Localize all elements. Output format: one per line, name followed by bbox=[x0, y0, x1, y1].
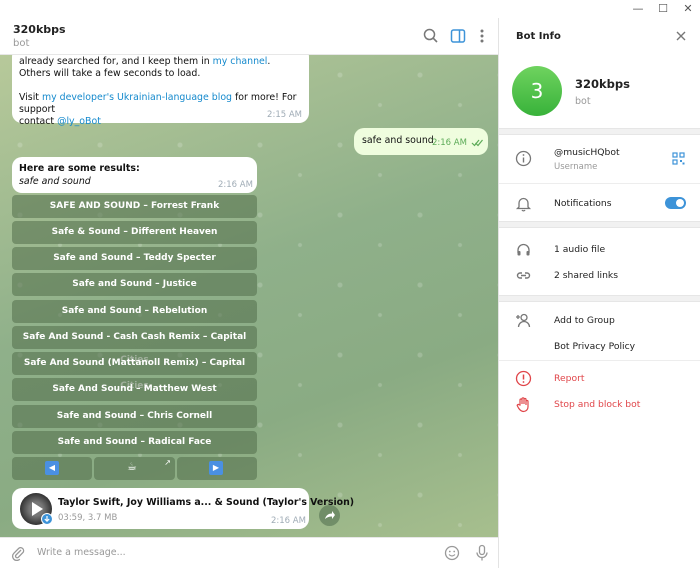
next-page-button[interactable]: ▶ bbox=[177, 457, 257, 480]
message-input[interactable]: Write a message... bbox=[37, 547, 126, 558]
bot-status: bot bbox=[575, 96, 591, 107]
result-button[interactable]: Safe And Sound (Mattanoll Remix) – Capit… bbox=[12, 352, 257, 391]
message-time: 2:16 AM bbox=[218, 180, 253, 190]
stop-hand-icon bbox=[516, 397, 529, 413]
sidebar-toggle-icon[interactable] bbox=[449, 27, 467, 45]
window-titlebar: — ☐ ✕ bbox=[0, 0, 700, 18]
close-icon[interactable] bbox=[675, 30, 687, 42]
result-button[interactable]: Safe and Sound – Radical Face bbox=[12, 431, 257, 454]
add-to-group-button[interactable]: Add to Group bbox=[554, 315, 615, 326]
forward-icon bbox=[325, 511, 335, 519]
result-button[interactable]: Safe and Sound – Chris Cornell bbox=[12, 405, 257, 428]
support-bot-link[interactable]: @ly_oBot bbox=[57, 116, 101, 127]
bot-name: 320kbps bbox=[575, 77, 630, 91]
section-separator bbox=[499, 128, 700, 135]
report-icon bbox=[515, 370, 532, 387]
qr-code-icon[interactable] bbox=[672, 152, 685, 165]
chat-header: 320kbps bot bbox=[0, 18, 498, 55]
message-text: Visit bbox=[19, 92, 42, 103]
read-checkmarks-icon bbox=[471, 139, 483, 147]
close-window-button[interactable]: ✕ bbox=[681, 2, 695, 16]
blog-link[interactable]: my developer's Ukrainian-language blog bbox=[42, 92, 232, 103]
username-label: Username bbox=[554, 162, 598, 172]
shared-links-item[interactable]: 2 shared links bbox=[554, 270, 618, 281]
divider bbox=[499, 183, 700, 184]
message-time: 2:15 AM bbox=[267, 110, 302, 120]
attach-icon[interactable] bbox=[10, 545, 26, 561]
maximize-button[interactable]: ☐ bbox=[656, 2, 670, 16]
bot-info-panel: Bot Info 3 320kbps bot @musicHQbot Usern… bbox=[499, 18, 700, 568]
link-icon bbox=[516, 272, 531, 279]
channel-link[interactable]: my channel bbox=[213, 56, 268, 67]
username-value[interactable]: @musicHQbot bbox=[554, 147, 620, 158]
message-input-bar: Write a message... bbox=[0, 537, 498, 568]
message-text: . bbox=[267, 56, 271, 67]
results-query: safe and sound bbox=[19, 176, 91, 187]
notifications-label: Notifications bbox=[554, 198, 612, 209]
arrow-right-icon: ▶ bbox=[209, 461, 223, 475]
headphones-icon bbox=[517, 243, 530, 256]
message-time: 2:16 AM bbox=[271, 516, 306, 526]
notifications-toggle[interactable] bbox=[665, 197, 686, 209]
bot-message-intro: already searched for, and I keep them in… bbox=[12, 55, 309, 127]
result-button[interactable]: Safe & Sound – Different Heaven bbox=[12, 221, 257, 244]
info-icon bbox=[515, 150, 532, 167]
bell-icon bbox=[515, 197, 532, 212]
result-button[interactable]: Safe and Sound – Justice bbox=[12, 273, 257, 296]
section-separator bbox=[499, 221, 700, 228]
result-button[interactable]: Safe And Sound - Cash Cash Remix – Capit… bbox=[12, 326, 257, 365]
result-button[interactable]: Safe and Sound – Teddy Specter bbox=[12, 247, 257, 270]
audio-title: Taylor Swift, Joy Williams a... & Sound … bbox=[58, 497, 355, 508]
outgoing-message: safe and sound 2:16 AM bbox=[354, 128, 488, 155]
message-text: already searched for, and I keep them in bbox=[19, 56, 213, 67]
forward-button[interactable] bbox=[319, 505, 340, 526]
avatar[interactable]: 3 bbox=[512, 66, 562, 116]
audio-meta: 03:59, 3.7 MB bbox=[58, 513, 118, 523]
arrow-left-icon: ◀ bbox=[45, 461, 59, 475]
result-button[interactable]: Safe And Sound – Matthew West bbox=[12, 378, 257, 401]
result-button[interactable]: Safe and Sound – Rebelution bbox=[12, 300, 257, 323]
section-separator bbox=[499, 295, 700, 302]
audio-message: Taylor Swift, Joy Williams a... & Sound … bbox=[12, 488, 354, 529]
results-message: Here are some results: safe and sound 2:… bbox=[12, 157, 257, 193]
message-text: contact bbox=[19, 116, 58, 127]
stop-and-block-button[interactable]: Stop and block bot bbox=[554, 399, 640, 410]
emoji-icon[interactable] bbox=[444, 545, 460, 561]
chat-subtitle: bot bbox=[13, 38, 30, 49]
results-title: Here are some results: bbox=[19, 163, 140, 174]
panel-title: Bot Info bbox=[516, 31, 561, 42]
donate-button[interactable]: ☕ ↗ bbox=[94, 457, 175, 480]
minimize-button[interactable]: — bbox=[631, 2, 645, 16]
more-options-icon[interactable] bbox=[473, 27, 491, 45]
chat-area: already searched for, and I keep them in… bbox=[0, 55, 498, 537]
search-icon[interactable] bbox=[422, 27, 440, 45]
coffee-icon: ☕ bbox=[127, 460, 137, 473]
audio-files-item[interactable]: 1 audio file bbox=[554, 244, 605, 255]
result-button[interactable]: SAFE AND SOUND – Forrest Frank bbox=[12, 195, 257, 218]
download-icon[interactable] bbox=[41, 513, 53, 525]
external-link-icon: ↗ bbox=[164, 458, 171, 467]
chat-title[interactable]: 320kbps bbox=[13, 23, 66, 36]
report-button[interactable]: Report bbox=[554, 373, 584, 384]
message-text: safe and sound bbox=[362, 135, 434, 146]
message-time: 2:16 AM bbox=[432, 138, 467, 148]
divider bbox=[499, 360, 700, 361]
microphone-icon[interactable] bbox=[474, 544, 490, 562]
prev-page-button[interactable]: ◀ bbox=[12, 457, 92, 480]
add-user-icon bbox=[516, 313, 531, 328]
message-text: Others will take a few seconds to load. bbox=[19, 68, 201, 79]
privacy-policy-button[interactable]: Bot Privacy Policy bbox=[554, 341, 635, 352]
